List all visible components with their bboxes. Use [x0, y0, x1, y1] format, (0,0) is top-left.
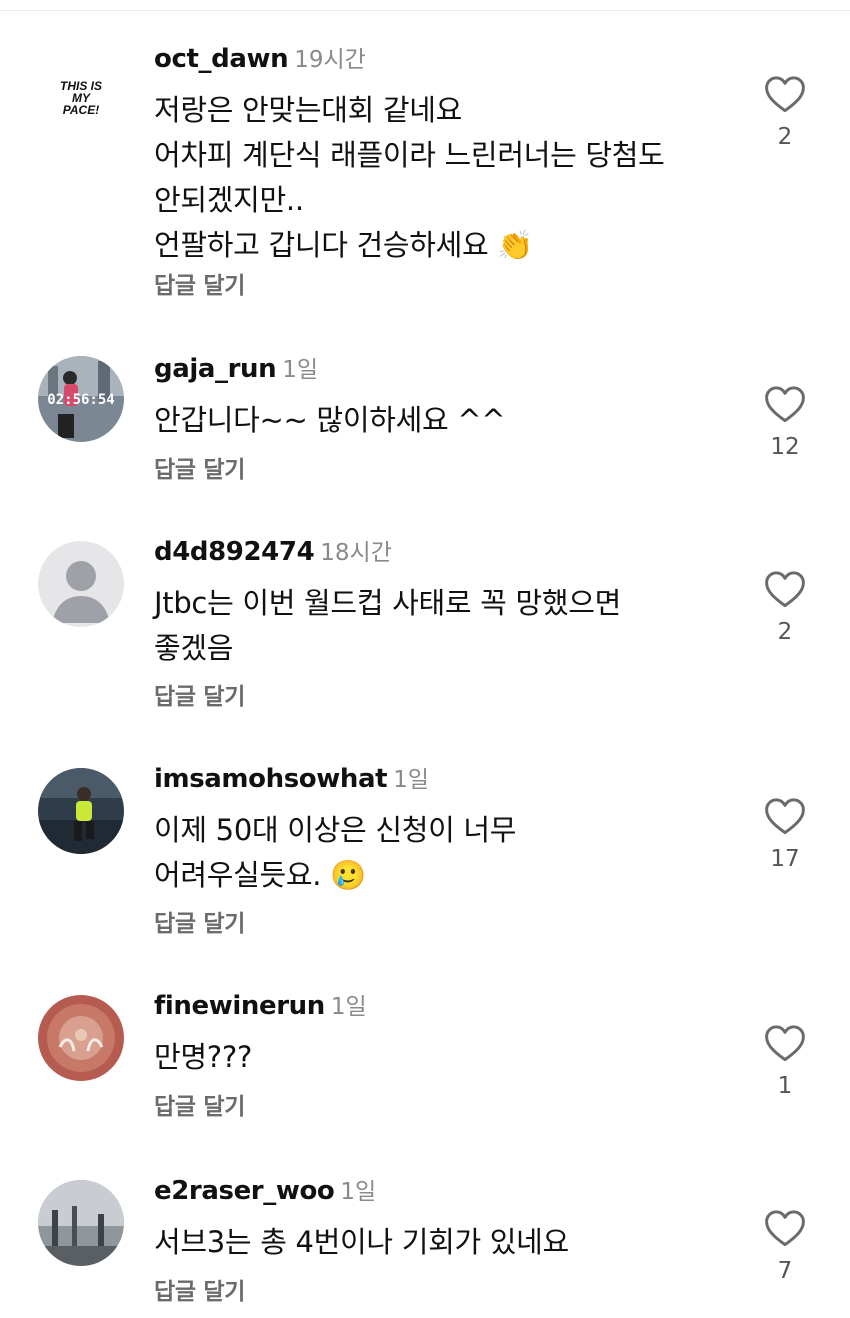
- reply-button[interactable]: 답글 달기: [154, 677, 245, 711]
- like-count: 7: [777, 1258, 793, 1284]
- like-count: 2: [777, 124, 793, 150]
- comment-line: 이제 50대 이상은 신청이 너무: [154, 813, 517, 847]
- comment-line: Jtbc는 이번 월드컵 사태로 꼭 망했으면: [154, 586, 621, 620]
- heart-icon[interactable]: [764, 1208, 806, 1248]
- comment-line: 안되겠지만..: [154, 183, 304, 217]
- heart-icon[interactable]: [764, 796, 806, 836]
- avatar-image: [38, 768, 124, 854]
- like-control: 12: [762, 384, 808, 460]
- comment-text: 이제 50대 이상은 신청이 너무 어려우실듯요. 🥲: [154, 808, 734, 898]
- username[interactable]: oct_dawn: [154, 44, 289, 74]
- username[interactable]: gaja_run: [154, 354, 277, 384]
- heart-icon[interactable]: [764, 384, 806, 424]
- heart-icon[interactable]: [764, 569, 806, 609]
- comment-text: 만명???: [154, 1035, 734, 1080]
- comment-header: e2raser_woo 1일: [154, 1172, 376, 1206]
- timestamp: 1일: [282, 357, 319, 383]
- comment-line: 언팔하고 갑니다 건승하세요 👏: [154, 228, 534, 262]
- like-control: 1: [762, 1023, 808, 1099]
- avatar[interactable]: 02:56:54: [38, 356, 124, 442]
- reply-button[interactable]: 답글 달기: [154, 904, 245, 938]
- default-avatar-icon: [38, 541, 124, 627]
- comment-header: gaja_run 1일: [154, 350, 318, 384]
- timestamp: 1일: [340, 1179, 377, 1205]
- username[interactable]: imsamohsowhat: [154, 764, 388, 794]
- reply-button[interactable]: 답글 달기: [154, 1087, 245, 1121]
- username[interactable]: d4d892474: [154, 537, 315, 567]
- top-divider: [0, 10, 850, 11]
- heart-icon[interactable]: [764, 1023, 806, 1063]
- like-control: 2: [762, 74, 808, 150]
- reply-button[interactable]: 답글 달기: [154, 1272, 245, 1306]
- comment-header: finewinerun 1일: [154, 987, 367, 1021]
- like-control: 17: [762, 796, 808, 872]
- comment-line: 어차피 계단식 래플이라 느린러너는 당첨도: [154, 138, 665, 172]
- comment-text: Jtbc는 이번 월드컵 사태로 꼭 망했으면 좋겠음: [154, 581, 734, 671]
- comment-header: imsamohsowhat 1일: [154, 760, 429, 794]
- avatar-image: THIS IS MY PACE!: [38, 54, 124, 140]
- svg-text:PACE!: PACE!: [63, 103, 99, 117]
- avatar[interactable]: THIS IS MY PACE!: [38, 54, 124, 140]
- timestamp: 18시간: [320, 540, 392, 566]
- avatar-overlay-text: 02:56:54: [47, 392, 114, 408]
- timestamp: 19시간: [294, 47, 366, 73]
- reply-button[interactable]: 답글 달기: [154, 266, 245, 300]
- reply-button[interactable]: 답글 달기: [154, 450, 245, 484]
- comment-line: 안갑니다~~ 많이하세요 ^^: [154, 403, 506, 437]
- like-count: 1: [777, 1073, 793, 1099]
- comment-header: oct_dawn 19시간: [154, 40, 366, 74]
- comment-line: 서브3는 총 4번이나 기회가 있네요: [154, 1225, 569, 1259]
- timestamp: 1일: [330, 994, 367, 1020]
- avatar-image: [38, 1180, 124, 1266]
- comment-text: 저랑은 안맞는대회 같네요 어차피 계단식 래플이라 느린러너는 당첨도 안되겠…: [154, 88, 734, 268]
- username[interactable]: finewinerun: [154, 991, 325, 1021]
- comment-line: 저랑은 안맞는대회 같네요: [154, 93, 463, 127]
- like-control: 7: [762, 1208, 808, 1284]
- comment-line: 어려우실듯요. 🥲: [154, 858, 366, 892]
- heart-icon[interactable]: [764, 74, 806, 114]
- avatar[interactable]: [38, 541, 124, 627]
- avatar[interactable]: [38, 995, 124, 1081]
- username[interactable]: e2raser_woo: [154, 1176, 335, 1206]
- avatar-image: [38, 995, 124, 1081]
- like-count: 17: [770, 846, 800, 872]
- comment-line: 만명???: [154, 1040, 253, 1074]
- avatar[interactable]: [38, 1180, 124, 1266]
- comment-text: 안갑니다~~ 많이하세요 ^^: [154, 398, 734, 443]
- comment-header: d4d892474 18시간: [154, 533, 392, 567]
- comment-text: 서브3는 총 4번이나 기회가 있네요: [154, 1220, 734, 1265]
- avatar-image: 02:56:54: [38, 356, 124, 442]
- like-count: 2: [777, 619, 793, 645]
- like-count: 12: [770, 434, 800, 460]
- avatar[interactable]: [38, 768, 124, 854]
- timestamp: 1일: [393, 767, 429, 793]
- comment-line: 좋겠음: [154, 631, 234, 665]
- like-control: 2: [762, 569, 808, 645]
